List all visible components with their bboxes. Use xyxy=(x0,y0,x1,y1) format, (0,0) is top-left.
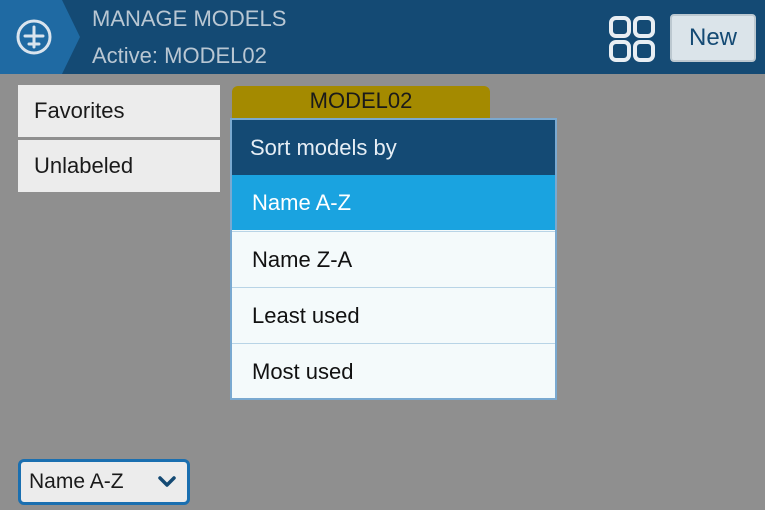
sort-popup: Sort models by Name A-Z Name Z-A Least u… xyxy=(230,118,557,400)
sort-select-value: Name A-Z xyxy=(29,470,124,493)
label-item-favorites[interactable]: Favorites xyxy=(18,85,220,137)
sort-option-most-used[interactable]: Most used xyxy=(232,343,555,398)
plane-icon xyxy=(16,19,52,55)
page-title: MANAGE MODELS xyxy=(92,6,287,31)
menu-icon-button[interactable] xyxy=(0,0,80,74)
popup-title: Sort models by xyxy=(232,120,555,175)
grid-view-icon[interactable] xyxy=(608,15,656,63)
chevron-down-icon xyxy=(158,476,176,487)
header-bar: MANAGE MODELS Active: MODEL02 New xyxy=(0,0,765,74)
sort-option-name-z-a[interactable]: Name Z-A xyxy=(232,231,555,286)
sort-option-least-used[interactable]: Least used xyxy=(232,287,555,342)
model-tile-header[interactable]: MODEL02 xyxy=(232,86,490,118)
new-model-button[interactable]: New xyxy=(670,14,756,62)
sort-option-name-a-z[interactable]: Name A-Z xyxy=(232,175,555,230)
label-item-unlabeled[interactable]: Unlabeled xyxy=(18,140,220,192)
sort-select[interactable]: Name A-Z xyxy=(18,459,190,505)
active-model-label: Active: MODEL02 xyxy=(92,43,267,68)
